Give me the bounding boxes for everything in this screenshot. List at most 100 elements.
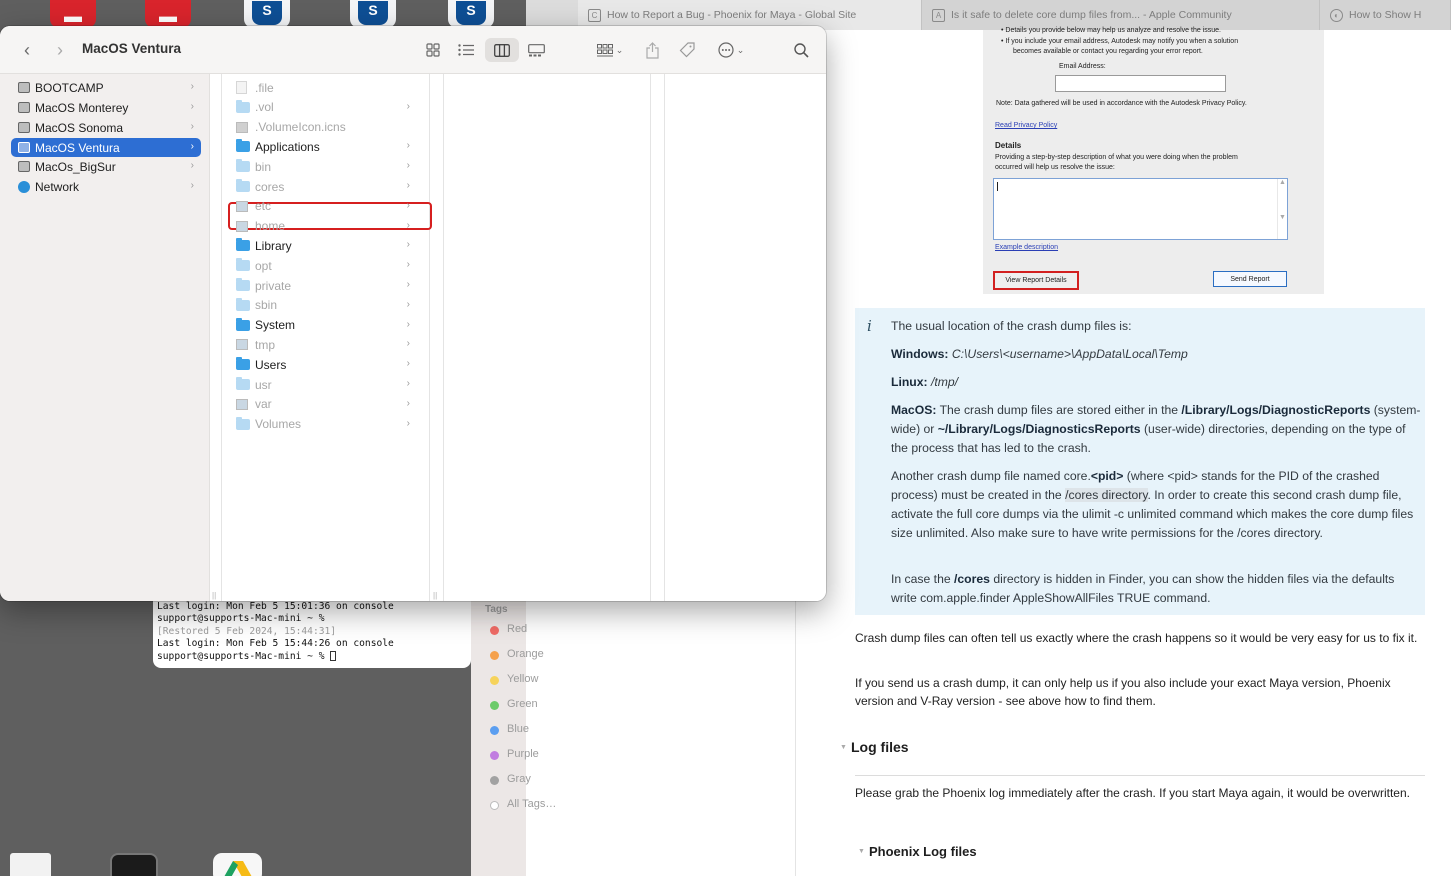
- gallery-view-button[interactable]: [523, 38, 549, 62]
- tag-green[interactable]: Green: [507, 698, 538, 710]
- file-item-label: .VolumeIcon.icns: [255, 120, 346, 135]
- sidebar-item-bootcamp[interactable]: BOOTCAMP ›: [11, 78, 201, 97]
- grid-icon: [426, 43, 440, 57]
- text-caret: [997, 182, 998, 191]
- macos-path-system: /Library/Logs/DiagnosticReports: [1181, 403, 1371, 417]
- dock-app-red-icon[interactable]: ▬: [145, 0, 191, 28]
- file-item-volumeiconicns[interactable]: .VolumeIcon.icns: [236, 118, 424, 137]
- finder-tags-panel: Tags Red Orange Yellow Green Blue Purple…: [471, 600, 556, 876]
- action-menu-button[interactable]: ⌄: [713, 38, 749, 62]
- file-item-system[interactable]: System ›: [236, 316, 424, 335]
- tab-label: How to Show H: [1349, 9, 1422, 21]
- tag-all[interactable]: All Tags…: [507, 798, 556, 810]
- collapse-caret-icon[interactable]: ▼: [840, 744, 847, 751]
- privacy-policy-link[interactable]: Read Privacy Policy: [995, 122, 1057, 129]
- file-item-cores[interactable]: cores ›: [236, 177, 424, 196]
- file-item-label: private: [255, 278, 292, 293]
- chevron-right-icon: ›: [190, 121, 194, 132]
- tag-dot: [490, 776, 499, 785]
- column-view-button[interactable]: [485, 38, 519, 62]
- list-view-button[interactable]: [453, 38, 479, 62]
- sidebar-item-network[interactable]: Network ›: [11, 177, 201, 196]
- view-report-details-button[interactable]: View Report Details: [993, 271, 1079, 290]
- dock-app-red-icon[interactable]: ▬: [50, 0, 96, 28]
- dock-sketchup-icon[interactable]: S: [244, 0, 290, 28]
- file-item-private[interactable]: private ›: [236, 276, 424, 295]
- file-item-label: Volumes: [255, 417, 302, 432]
- file-item-vol[interactable]: .vol ›: [236, 98, 424, 117]
- image-file-icon: [236, 121, 248, 133]
- column-resize-handle[interactable]: ||: [433, 591, 437, 600]
- file-item-opt[interactable]: opt ›: [236, 256, 424, 275]
- form-line: • Details you provide below may help us …: [1001, 27, 1221, 34]
- group-menu-button[interactable]: ⌄: [592, 38, 628, 62]
- column-resize-handle[interactable]: ||: [212, 591, 216, 600]
- chevron-right-icon: ›: [406, 100, 410, 112]
- sidebar-item-macos-ventura[interactable]: MacOS Ventura ›: [11, 138, 201, 157]
- file-item-etc[interactable]: etc ›: [236, 197, 424, 216]
- chevron-right-icon: ›: [406, 199, 410, 211]
- tag-dot: [490, 701, 499, 710]
- dock-google-drive-icon[interactable]: [213, 853, 262, 876]
- file-item-label: tmp: [255, 337, 276, 352]
- icon-view-button[interactable]: [420, 38, 446, 62]
- example-description-link[interactable]: Example description: [995, 244, 1058, 251]
- paragraph-log: Please grab the Phoenix log immediately …: [855, 786, 1410, 800]
- disk-icon: [18, 102, 30, 113]
- dock-document-icon[interactable]: [10, 853, 51, 876]
- dock-activity-monitor-icon[interactable]: [110, 853, 158, 876]
- info-linux: Linux: /tmp/: [891, 373, 1421, 392]
- chevron-right-icon: ›: [406, 417, 410, 429]
- chevron-right-icon: ›: [190, 101, 194, 112]
- folder-icon: [236, 238, 250, 252]
- file-item-file[interactable]: .file: [236, 78, 424, 97]
- file-item-home[interactable]: home ›: [236, 217, 424, 236]
- sidebar-item-macos-sonoma[interactable]: MacOS Sonoma ›: [11, 118, 201, 137]
- file-item-applications[interactable]: Applications ›: [236, 137, 424, 156]
- textarea-scrollbar[interactable]: ▲ ▼: [1277, 179, 1287, 239]
- file-item-label: System: [255, 318, 296, 333]
- file-item-sbin[interactable]: sbin ›: [236, 296, 424, 315]
- core-text: Another crash dump file named core.: [891, 469, 1091, 483]
- back-icon[interactable]: ‹: [18, 38, 36, 62]
- dock-sketchup-icon[interactable]: S: [448, 0, 494, 28]
- sidebar-item-macos-monterey[interactable]: MacOS Monterey ›: [11, 98, 201, 117]
- file-item-users[interactable]: Users ›: [236, 355, 424, 374]
- sidebar-item-macos-bigsur[interactable]: MacOs_BigSur ›: [11, 157, 201, 176]
- tab-how-to-show[interactable]: ◐ How to Show H: [1320, 0, 1451, 30]
- form-line: becomes available or contact you regardi…: [1013, 48, 1203, 55]
- send-report-button[interactable]: Send Report: [1213, 271, 1287, 287]
- file-item-label: etc: [255, 199, 272, 214]
- macos-path-user: ~/Library/Logs/DiagnosticsReports: [937, 422, 1141, 436]
- file-item-bin[interactable]: bin ›: [236, 157, 424, 176]
- email-field[interactable]: [1055, 75, 1226, 92]
- tag-purple[interactable]: Purple: [507, 748, 539, 760]
- forward-icon[interactable]: ›: [51, 38, 69, 62]
- file-item-label: .file: [255, 80, 274, 95]
- chevron-right-icon: ›: [190, 180, 194, 191]
- tag-orange[interactable]: Orange: [507, 648, 544, 660]
- sidebar-item-label: MacOS Ventura: [35, 140, 120, 155]
- folder-icon: [236, 179, 250, 192]
- share-button[interactable]: [642, 38, 662, 62]
- details-textarea[interactable]: ▲ ▼: [993, 178, 1288, 240]
- file-item-label: home: [255, 219, 286, 234]
- file-item-library[interactable]: Library ›: [236, 236, 424, 255]
- file-item-tmp[interactable]: tmp ›: [236, 335, 424, 354]
- tag-button[interactable]: [676, 38, 698, 62]
- file-item-usr[interactable]: usr ›: [236, 375, 424, 394]
- search-button[interactable]: [790, 38, 812, 62]
- linux-label: Linux:: [891, 375, 928, 389]
- collapse-caret-icon[interactable]: ▼: [858, 848, 865, 855]
- dock-sketchup-icon[interactable]: S: [350, 0, 396, 28]
- hidden-text: In case the: [891, 572, 951, 586]
- tag-blue[interactable]: Blue: [507, 723, 529, 735]
- terminal-window[interactable]: Last login: Mon Feb 5 15:01:36 on consol…: [153, 594, 471, 668]
- file-item-volumes[interactable]: Volumes ›: [236, 415, 424, 434]
- tag-red[interactable]: Red: [507, 623, 527, 635]
- tag-yellow[interactable]: Yellow: [507, 673, 538, 685]
- file-item-var[interactable]: var ›: [236, 395, 424, 414]
- tag-gray[interactable]: Gray: [507, 773, 531, 785]
- group-icon: [596, 43, 613, 56]
- tab-apple-community[interactable]: A Is it safe to delete core dump files f…: [922, 0, 1320, 30]
